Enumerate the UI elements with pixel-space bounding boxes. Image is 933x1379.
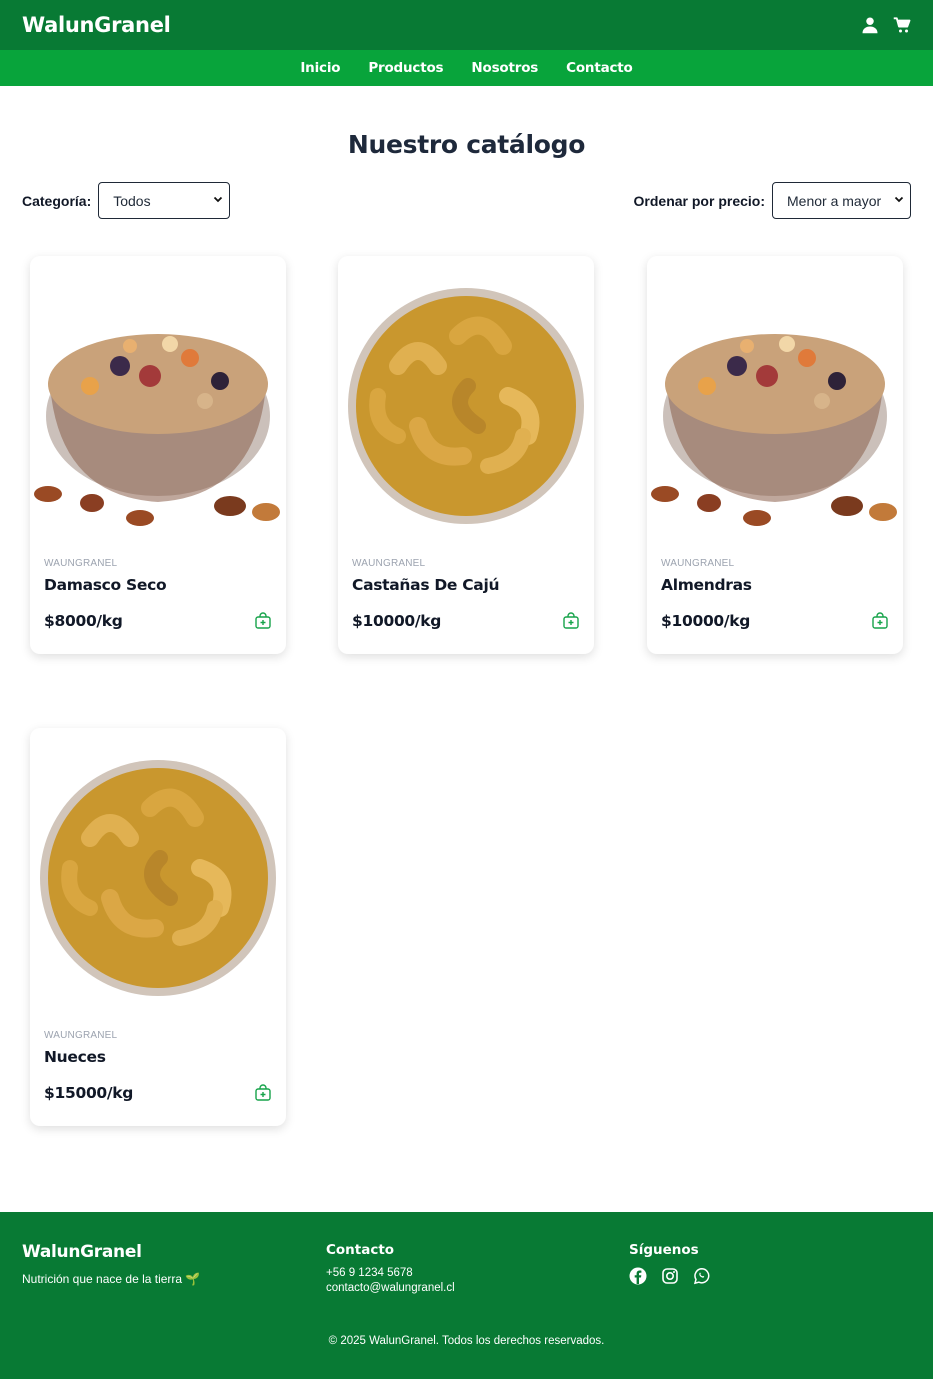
facebook-icon[interactable] [629, 1267, 647, 1285]
footer-brand-column: WalunGranel Nutrición que nace de la tie… [22, 1242, 200, 1286]
product-image-mixed-nuts[interactable] [30, 266, 286, 536]
header-actions [861, 16, 911, 34]
product-price: $10000/kg [661, 612, 751, 630]
add-to-cart-icon[interactable] [254, 612, 272, 630]
product-card[interactable]: WAUNGRANEL Damasco Seco $8000/kg [30, 256, 286, 654]
sort-filter: Ordenar por precio: Menor a mayor [634, 182, 911, 219]
category-select[interactable]: Todos [98, 182, 231, 219]
nav-item-productos[interactable]: Productos [368, 60, 443, 76]
product-card[interactable]: WAUNGRANEL Almendras $10000/kg [647, 256, 903, 654]
main-nav: Inicio Productos Nosotros Contacto [0, 50, 933, 86]
product-name[interactable]: Almendras [661, 576, 752, 594]
footer-social-column: Síguenos [629, 1242, 711, 1285]
page-title: Nuestro catálogo [347, 130, 586, 159]
product-card[interactable]: WAUNGRANEL Nueces $15000/kg [30, 728, 286, 1126]
footer-tagline: Nutrición que nace de la tierra 🌱 [22, 1272, 201, 1286]
brand-logo[interactable]: WalunGranel [22, 13, 171, 37]
footer-email[interactable]: contacto@walungranel.cl [326, 1282, 455, 1294]
product-card[interactable]: WAUNGRANEL Castañas De Cajú $10000/kg [338, 256, 594, 654]
footer-contact-column: Contacto +56 9 1234 5678 contacto@walung… [326, 1242, 455, 1294]
nav-item-nosotros[interactable]: Nosotros [471, 60, 538, 76]
nav-item-contacto[interactable]: Contacto [566, 60, 633, 76]
product-brand: WAUNGRANEL [352, 558, 426, 569]
sort-label: Ordenar por precio: [633, 192, 765, 209]
site-footer: WalunGranel Nutrición que nace de la tie… [0, 1212, 933, 1379]
cart-icon[interactable] [893, 16, 911, 34]
footer-social-heading: Síguenos [629, 1242, 699, 1258]
sort-select[interactable]: Menor a mayor [772, 182, 911, 219]
instagram-icon[interactable] [661, 1267, 679, 1285]
footer-copyright: © 2025 WalunGranel. Todos los derechos r… [328, 1335, 605, 1347]
add-to-cart-icon[interactable] [254, 1084, 272, 1102]
product-name[interactable]: Castañas De Cajú [352, 576, 500, 594]
category-filter: Categoría: Todos [22, 182, 231, 219]
social-links [629, 1267, 711, 1285]
product-name[interactable]: Nueces [44, 1048, 106, 1066]
chevron-down-icon [213, 194, 223, 207]
add-to-cart-icon[interactable] [871, 612, 889, 630]
product-image-mixed-nuts[interactable] [647, 266, 903, 536]
sort-select-value: Menor a mayor [787, 192, 882, 209]
product-name[interactable]: Damasco Seco [44, 576, 167, 594]
product-price: $10000/kg [352, 612, 442, 630]
product-brand: WAUNGRANEL [44, 558, 118, 569]
product-image-cashews[interactable] [30, 738, 286, 1008]
top-header: WalunGranel [0, 0, 933, 50]
product-price: $8000/kg [44, 612, 123, 630]
footer-contact-heading: Contacto [326, 1242, 395, 1258]
product-brand: WAUNGRANEL [661, 558, 735, 569]
category-label: Categoría: [22, 192, 92, 209]
product-price: $15000/kg [44, 1084, 134, 1102]
product-image-cashews[interactable] [338, 266, 594, 536]
footer-brand: WalunGranel [22, 1242, 142, 1262]
product-brand: WAUNGRANEL [44, 1030, 118, 1041]
user-icon[interactable] [861, 16, 879, 34]
category-select-value: Todos [113, 192, 151, 209]
chevron-down-icon [894, 194, 904, 207]
add-to-cart-icon[interactable] [562, 612, 580, 630]
nav-item-inicio[interactable]: Inicio [300, 60, 340, 76]
footer-phone[interactable]: +56 9 1234 5678 [326, 1267, 455, 1279]
whatsapp-icon[interactable] [693, 1267, 711, 1285]
